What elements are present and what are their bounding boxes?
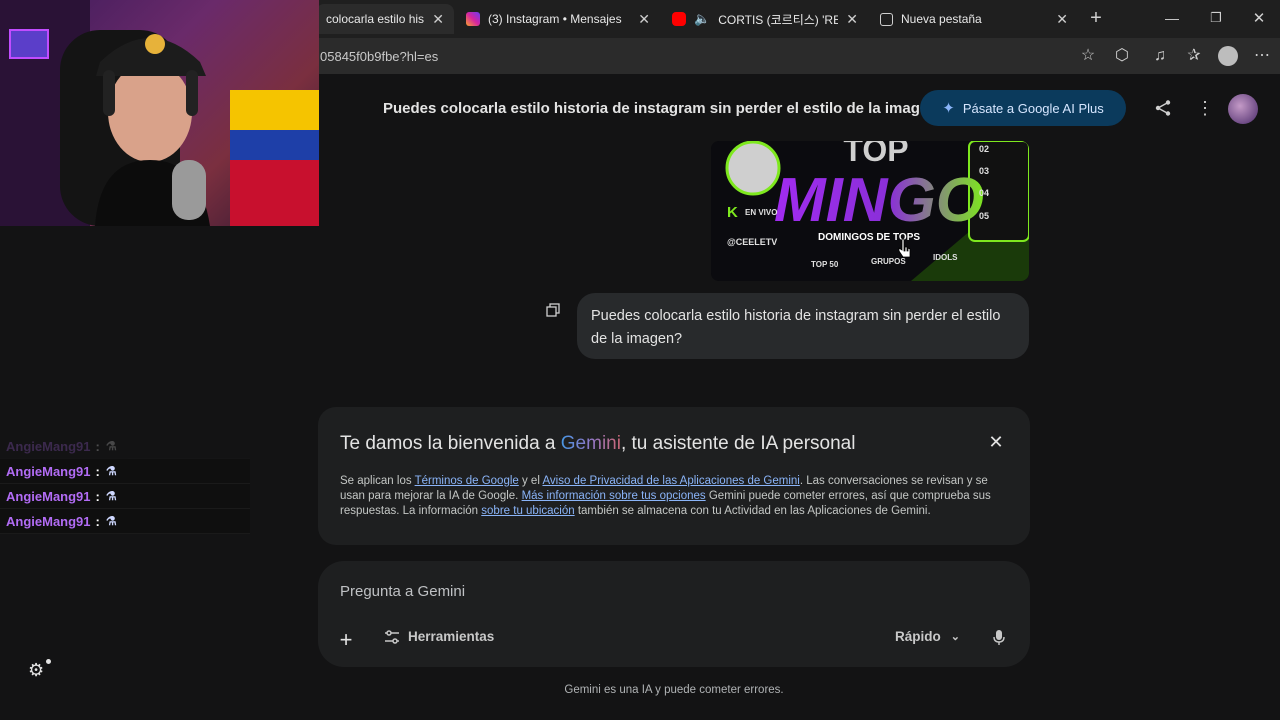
sparkle-icon: ✦ bbox=[942, 100, 955, 117]
copy-icon[interactable] bbox=[546, 303, 560, 317]
image-number: 03 bbox=[979, 166, 989, 176]
new-tab-button[interactable]: + bbox=[1086, 8, 1106, 28]
kick-icon: K bbox=[727, 204, 738, 221]
image-item: GRUPOS bbox=[871, 257, 906, 266]
tab-instagram[interactable]: (3) Instagram • Mensajes ✕ bbox=[456, 4, 660, 34]
notice-text: también se almacena con tu Actividad en … bbox=[574, 505, 931, 517]
prompt-input[interactable]: Pregunta a Gemini bbox=[340, 583, 465, 600]
youtube-icon bbox=[672, 12, 686, 26]
close-tab-icon[interactable]: ✕ bbox=[432, 11, 444, 28]
tools-button[interactable]: Herramientas bbox=[384, 629, 494, 644]
flask-emote-icon: ⚗ bbox=[105, 439, 117, 453]
tab-label: colocarla estilo historia bbox=[326, 12, 425, 26]
welcome-title-suffix: , tu asistente de IA personal bbox=[620, 433, 856, 454]
star-icon[interactable]: ☆ bbox=[1078, 46, 1098, 66]
image-number: 05 bbox=[979, 211, 989, 221]
tools-icon bbox=[385, 629, 399, 644]
account-avatar[interactable] bbox=[1228, 94, 1258, 124]
new-tab-icon bbox=[880, 12, 893, 26]
flask-emote-icon: ⚗ bbox=[105, 489, 117, 503]
notification-dot bbox=[46, 659, 51, 664]
gemini-brand: Gemini bbox=[560, 433, 621, 454]
privacy-link[interactable]: Aviso de Privacidad de las Aplicaciones … bbox=[542, 475, 799, 487]
close-window-button[interactable]: ✕ bbox=[1251, 9, 1267, 27]
stream-chat-overlay: AngieMang91 : ⚗ AngieMang91 : ⚗ AngieMan… bbox=[0, 434, 250, 534]
mode-label: Rápido bbox=[895, 629, 941, 644]
welcome-card: Te damos la bienvenida a Gemini, tu asis… bbox=[318, 407, 1030, 545]
options-link[interactable]: Más información sobre tus opciones bbox=[522, 490, 706, 502]
tab-label: (3) Instagram • Mensajes bbox=[488, 12, 622, 26]
chat-message: AngieMang91 : ⚗ bbox=[0, 459, 250, 484]
extensions-icon[interactable]: ⬡ bbox=[1112, 46, 1132, 66]
minimize-button[interactable]: — bbox=[1164, 10, 1180, 26]
image-item: TOP 50 bbox=[811, 260, 839, 269]
image-top-text: TOP bbox=[843, 141, 908, 168]
disclaimer-text: Gemini es una IA y puede cometer errores… bbox=[564, 684, 784, 696]
chat-separator: : bbox=[95, 513, 100, 529]
terms-link[interactable]: Términos de Google bbox=[415, 475, 519, 487]
mode-selector[interactable]: Rápido ⌄ bbox=[895, 629, 960, 644]
tab-label: Nueva pestaña bbox=[901, 12, 982, 26]
chat-username: AngieMang91 bbox=[6, 513, 91, 529]
location-link[interactable]: sobre tu ubicación bbox=[481, 505, 574, 517]
prompt-box: Pregunta a Gemini + Herramientas Rápido … bbox=[318, 561, 1030, 667]
chat-separator: : bbox=[95, 438, 100, 454]
chat-username: AngieMang91 bbox=[6, 488, 91, 504]
upgrade-button[interactable]: ✦ Pásate a Google AI Plus bbox=[920, 90, 1126, 126]
image-logo-text: MINGO bbox=[774, 166, 984, 235]
tab-label: CORTIS (코르티스) 'REDRE bbox=[718, 12, 839, 27]
more-menu-icon[interactable]: ⋯ bbox=[1252, 46, 1272, 66]
more-options-icon[interactable]: ⋮ bbox=[1196, 97, 1214, 119]
user-message-bubble: Puedes colocarla estilo historia de inst… bbox=[577, 293, 1029, 359]
image-live-text: EN VIVO bbox=[745, 208, 777, 217]
notice-text: Se aplican los bbox=[340, 475, 415, 487]
chat-separator: : bbox=[95, 463, 100, 479]
flask-emote-icon: ⚗ bbox=[105, 464, 117, 478]
tools-label: Herramientas bbox=[408, 629, 495, 644]
upgrade-label: Pásate a Google AI Plus bbox=[962, 100, 1104, 116]
image-number: 04 bbox=[979, 188, 989, 198]
settings-icon[interactable]: ⚙ bbox=[28, 659, 51, 680]
add-button[interactable]: + bbox=[328, 623, 364, 657]
url-field[interactable]: 05845f0b9fbe?hl=es bbox=[320, 49, 438, 64]
mouse-cursor-icon bbox=[898, 238, 912, 258]
tab-new-tab[interactable]: Nueva pestaña ✕ bbox=[870, 4, 1078, 34]
chat-message: AngieMang91 : ⚗ bbox=[0, 509, 250, 534]
flask-emote-icon: ⚗ bbox=[105, 514, 117, 528]
share-icon[interactable] bbox=[1154, 99, 1172, 117]
chat-username: AngieMang91 bbox=[6, 463, 91, 479]
microphone-icon[interactable] bbox=[992, 629, 1006, 647]
tab-youtube[interactable]: 🔈 CORTIS (코르티스) 'REDRE ✕ bbox=[662, 4, 868, 34]
image-number: 02 bbox=[979, 144, 989, 154]
restore-button[interactable]: ❐ bbox=[1208, 10, 1224, 26]
profile-avatar[interactable] bbox=[1218, 46, 1238, 66]
image-handle: @CEELETV bbox=[727, 237, 777, 247]
notice-text: y el bbox=[518, 475, 543, 487]
speaker-icon[interactable]: 🔈 bbox=[694, 11, 710, 27]
image-item: IDOLS bbox=[933, 253, 958, 262]
welcome-title: Te damos la bienvenida a Gemini, tu asis… bbox=[340, 433, 855, 455]
chat-message: AngieMang91 : ⚗ bbox=[0, 434, 250, 459]
shared-image[interactable]: TOP MINGO K EN VIVO @CEELETV DOMINGOS DE… bbox=[711, 141, 1029, 281]
webcam-overlay bbox=[0, 0, 319, 226]
tab-gemini[interactable]: colocarla estilo historia ✕ bbox=[316, 4, 454, 34]
welcome-title-prefix: Te damos la bienvenida a bbox=[340, 433, 561, 454]
chevron-down-icon: ⌄ bbox=[950, 631, 960, 643]
chat-message: AngieMang91 : ⚗ bbox=[0, 484, 250, 509]
chat-username: AngieMang91 bbox=[6, 438, 91, 454]
instagram-icon bbox=[466, 12, 480, 26]
conversation-title: Puedes colocarla estilo historia de inst… bbox=[383, 100, 938, 117]
close-tab-icon[interactable]: ✕ bbox=[846, 11, 858, 28]
close-tab-icon[interactable]: ✕ bbox=[638, 11, 650, 28]
welcome-notice: Se aplican los Términos de Google y el A… bbox=[340, 474, 1008, 519]
music-icon[interactable]: ♫ bbox=[1150, 46, 1170, 66]
close-tab-icon[interactable]: ✕ bbox=[1056, 11, 1068, 28]
chat-separator: : bbox=[95, 488, 100, 504]
close-welcome-button[interactable]: ✕ bbox=[988, 433, 1004, 451]
favorites-icon[interactable]: ✰ bbox=[1184, 46, 1204, 66]
